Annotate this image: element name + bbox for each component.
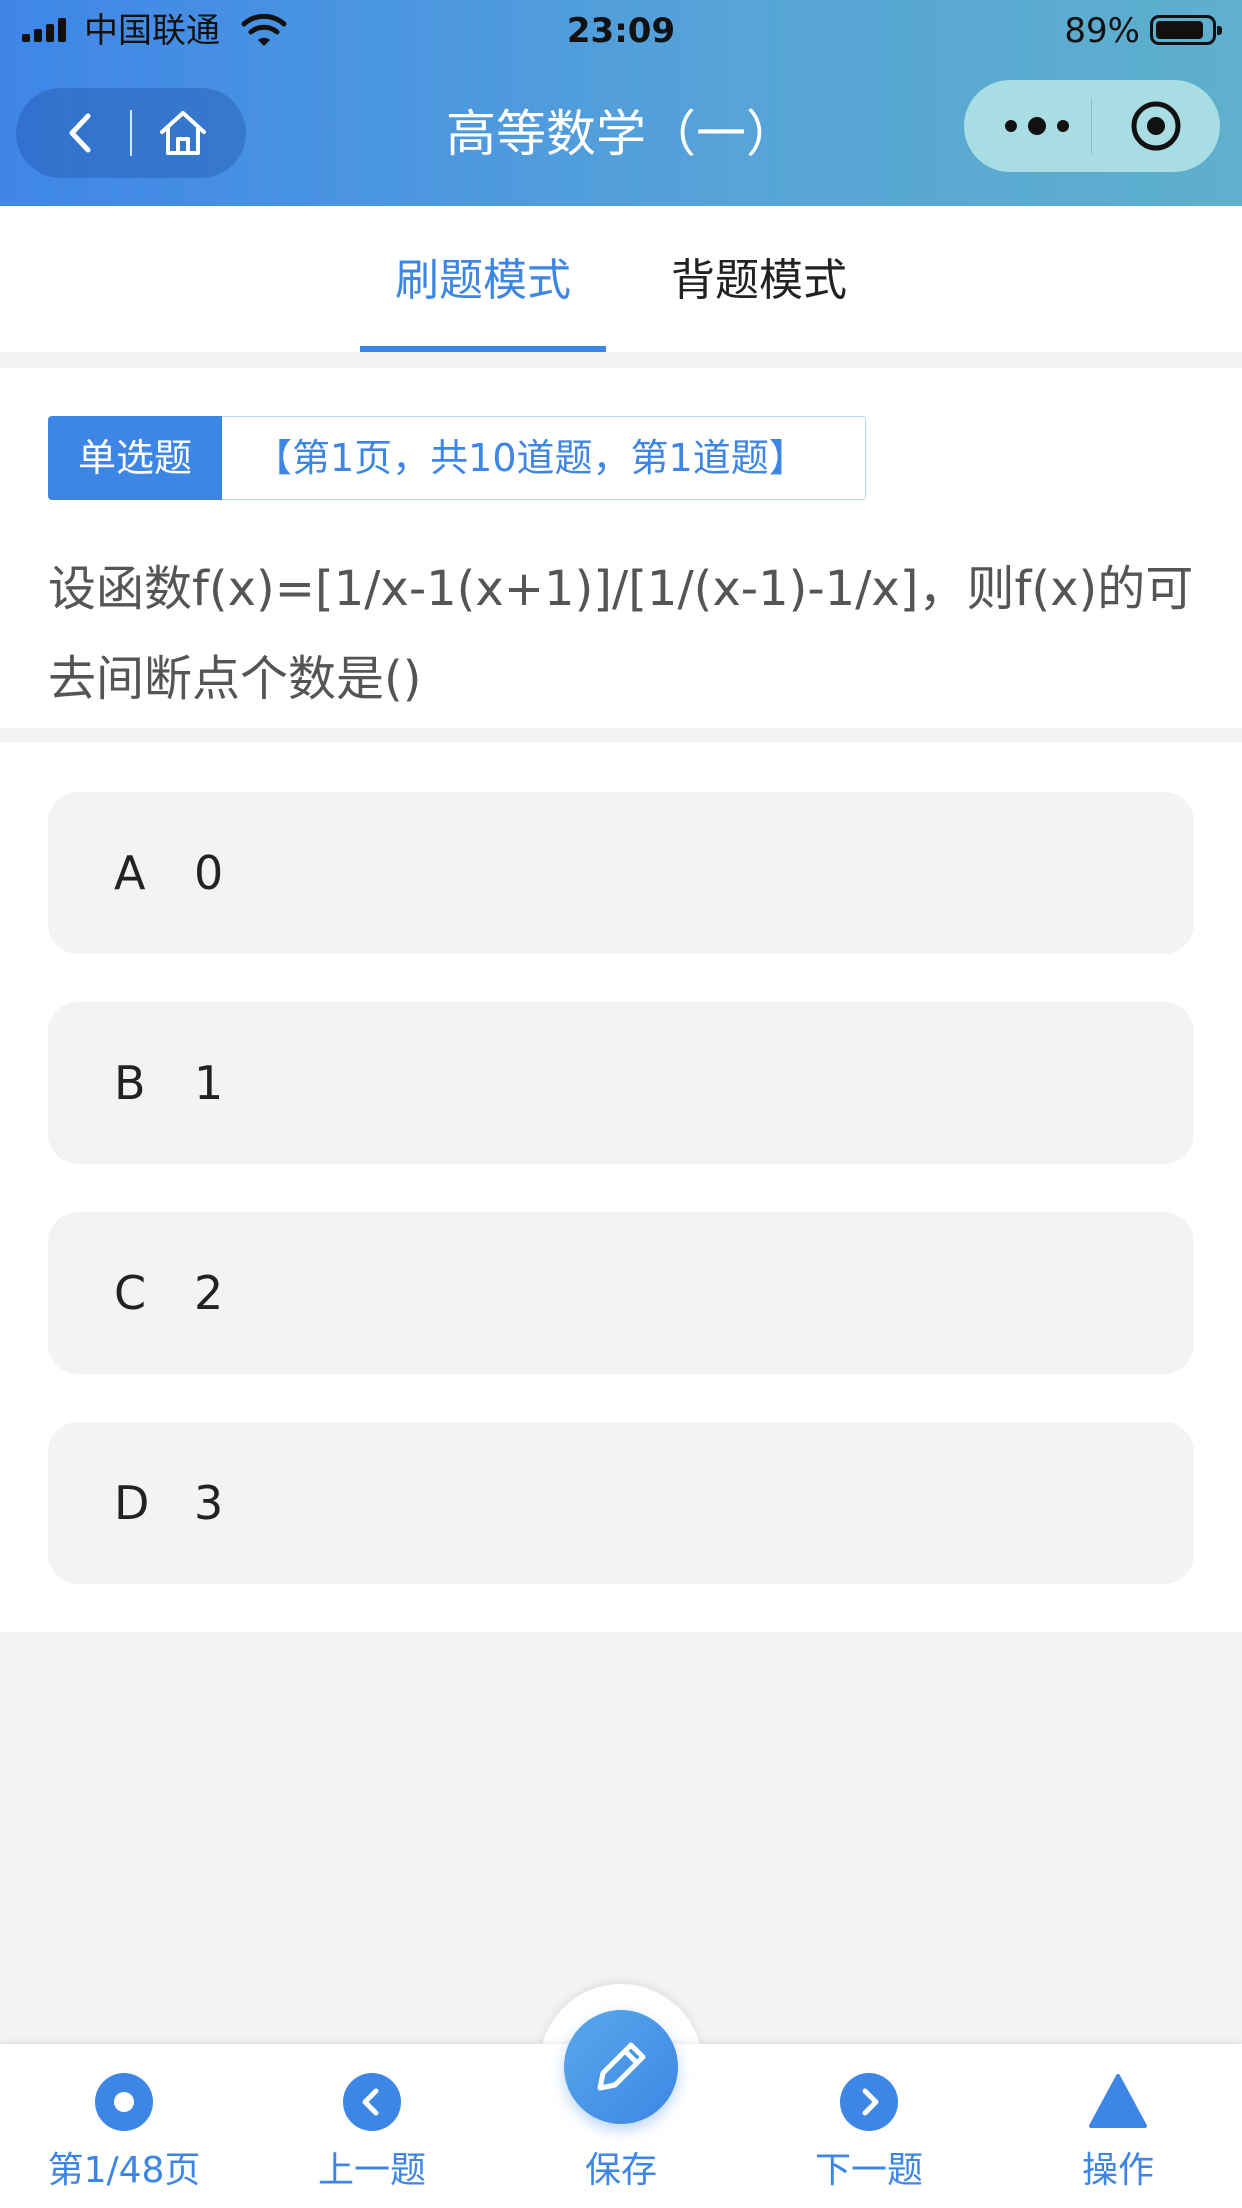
nav-button-group bbox=[16, 88, 246, 178]
tab-memorize-mode[interactable]: 背题模式 bbox=[671, 206, 847, 352]
chevron-left-circle-icon bbox=[343, 2073, 401, 2131]
prev-question-button[interactable]: 上一题 bbox=[248, 2044, 496, 2208]
question-card: 单选题 【第1页，共10道题，第1道题】 设函数f(x)=[1/x-1(x+1)… bbox=[0, 368, 1242, 728]
more-dots-icon[interactable] bbox=[1000, 100, 1074, 152]
home-icon[interactable] bbox=[156, 106, 210, 160]
option-text: 1 bbox=[194, 1056, 224, 1110]
option-text: 3 bbox=[194, 1476, 224, 1530]
option-text: 0 bbox=[194, 846, 224, 900]
option-letter: D bbox=[114, 1476, 150, 1530]
option-text: 2 bbox=[194, 1266, 224, 1320]
operate-label: 操作 bbox=[1081, 2150, 1154, 2191]
option-a[interactable]: A 0 bbox=[48, 792, 1194, 954]
app-header: 中国联通 23:09 89% 高等数学（一） bbox=[0, 0, 1242, 206]
option-letter: C bbox=[114, 1266, 147, 1320]
save-button[interactable] bbox=[564, 2010, 678, 2124]
mode-tabs: 刷题模式 背题模式 bbox=[0, 206, 1242, 352]
active-tab-indicator bbox=[360, 346, 606, 352]
options-list: A 0 B 1 C 2 D 3 bbox=[0, 742, 1242, 1632]
page-indicator-button[interactable]: 第1/48页 bbox=[0, 2044, 248, 2208]
question-type-badge: 单选题 bbox=[48, 416, 222, 500]
next-question-button[interactable]: 下一题 bbox=[745, 2044, 993, 2208]
status-time: 23:09 bbox=[566, 11, 676, 51]
prev-question-label: 上一题 bbox=[317, 2150, 426, 2191]
mini-program-capsule bbox=[964, 80, 1220, 172]
operate-button[interactable]: 操作 bbox=[994, 2044, 1242, 2208]
option-c[interactable]: C 2 bbox=[48, 1212, 1194, 1374]
option-d[interactable]: D 3 bbox=[48, 1422, 1194, 1584]
tab-practice-mode[interactable]: 刷题模式 bbox=[395, 206, 571, 352]
save-label: 保存 bbox=[584, 2150, 657, 2191]
chevron-left-icon[interactable] bbox=[56, 108, 106, 158]
nav-divider bbox=[130, 110, 132, 156]
page-indicator-label: 第1/48页 bbox=[47, 2150, 201, 2191]
chevron-right-circle-icon bbox=[840, 2073, 898, 2131]
capsule-divider bbox=[1091, 98, 1092, 154]
page-title: 高等数学（一） bbox=[446, 105, 796, 163]
option-b[interactable]: B 1 bbox=[48, 1002, 1194, 1164]
option-letter: A bbox=[114, 846, 146, 900]
triangle-up-icon bbox=[1089, 2074, 1147, 2128]
target-close-icon[interactable] bbox=[1128, 98, 1184, 154]
battery-percent: 89% bbox=[1064, 11, 1140, 51]
battery-icon bbox=[1150, 15, 1222, 45]
question-progress-info: 【第1页，共10道题，第1道题】 bbox=[222, 416, 866, 500]
next-question-label: 下一题 bbox=[814, 2150, 923, 2191]
pencil-icon bbox=[597, 2042, 646, 2091]
question-text: 设函数f(x)=[1/x-1(x+1)]/[1/(x-1)-1/x]，则f(x)… bbox=[48, 561, 1194, 707]
status-bar: 中国联通 23:09 89% bbox=[0, 0, 1242, 62]
option-letter: B bbox=[114, 1056, 146, 1110]
page-dot-icon bbox=[95, 2073, 153, 2131]
